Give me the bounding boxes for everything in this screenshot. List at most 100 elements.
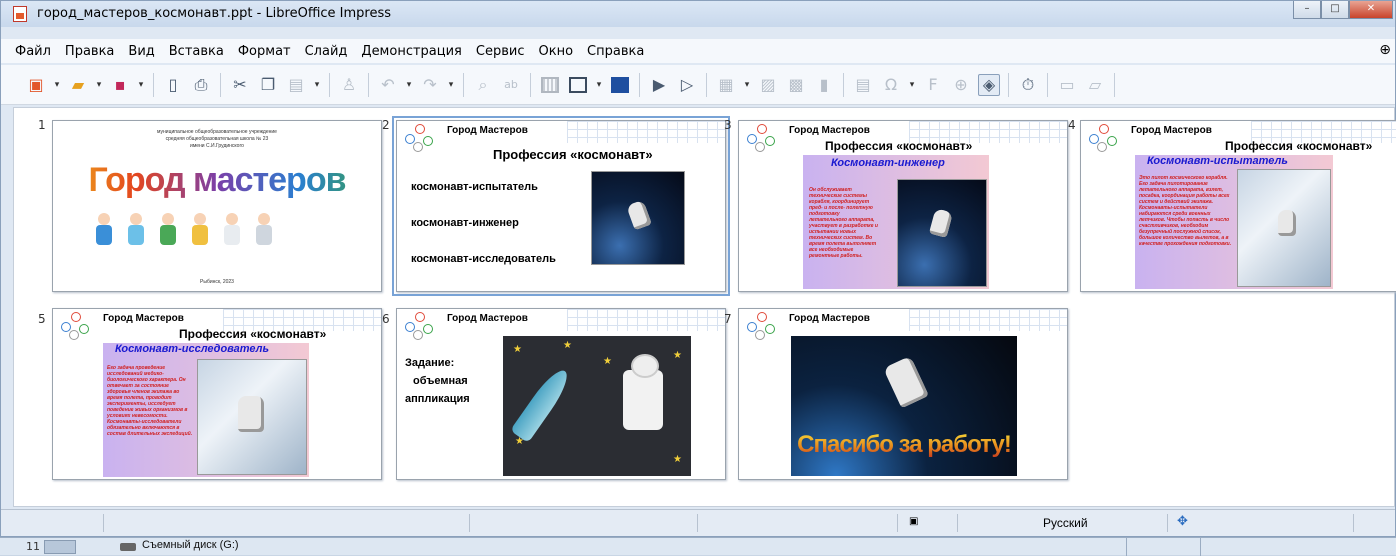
open-dropdown-icon[interactable]: ▾ [95, 74, 103, 96]
slide-thumbnail[interactable]: Город Мастеров Профессия «космонавт» Кос… [52, 308, 382, 480]
menu-slideshow[interactable]: Демонстрация [361, 44, 461, 59]
display-grid-icon[interactable] [539, 74, 561, 96]
cut-icon[interactable]: ✂ [229, 74, 251, 96]
special-char-dropdown-icon[interactable]: ▾ [908, 74, 916, 96]
print-icon[interactable]: ⎙ [190, 74, 212, 96]
menu-insert[interactable]: Вставка [169, 44, 224, 59]
find-replace-icon[interactable]: ⌕ [472, 74, 494, 96]
child-figure [253, 213, 275, 247]
insert-image-icon[interactable]: ▨ [757, 74, 779, 96]
status-divider [1167, 514, 1168, 532]
toolbar-separator [463, 72, 464, 97]
paste-icon[interactable]: ▤ [285, 74, 307, 96]
save-icon[interactable]: ▪ [109, 74, 131, 96]
new-dropdown-icon[interactable]: ▾ [53, 74, 61, 96]
toolbar-separator [530, 72, 531, 97]
menu-tools[interactable]: Сервис [476, 44, 525, 59]
astronaut-photo [197, 359, 307, 475]
astronaut-figure [883, 355, 929, 409]
save-dropdown-icon[interactable]: ▾ [137, 74, 145, 96]
redo-dropdown-icon[interactable]: ▾ [447, 74, 455, 96]
menu-window[interactable]: Окно [538, 44, 573, 59]
start-from-current-icon[interactable]: ▷ [676, 74, 698, 96]
grid-decoration [909, 309, 1067, 331]
menu-slide[interactable]: Слайд [305, 44, 348, 59]
show-draw-functions-icon[interactable]: ◈ [978, 73, 1000, 96]
task-line: объемная [413, 375, 468, 387]
table-dropdown-icon[interactable]: ▾ [743, 74, 751, 96]
clone-formatting-icon[interactable]: ♙ [338, 74, 360, 96]
task-line: Задание: [405, 357, 455, 369]
start-from-first-icon[interactable]: ▶ [648, 74, 670, 96]
astronaut-photo [1237, 169, 1331, 287]
slide-layout-icon[interactable] [567, 74, 589, 96]
slide-subtitle: Космонавт-исследователь [115, 343, 270, 355]
hide-slide-icon[interactable]: ▱ [1084, 74, 1106, 96]
slide-thumbnail[interactable]: Город Мастеров Профессия «космонавт» Кос… [1080, 120, 1396, 292]
star-icon: ★ [513, 344, 522, 355]
children-illustration [93, 213, 275, 247]
menu-view[interactable]: Вид [128, 44, 154, 59]
astronaut-figure [626, 199, 652, 231]
drive-label[interactable]: Съемный диск (G:) [142, 539, 239, 551]
menu-file[interactable]: Файл [15, 44, 51, 59]
status-divider [697, 514, 698, 532]
menu-bar: Файл Правка Вид Вставка Формат Слайд Дем… [1, 39, 1395, 63]
paper-rocket [510, 364, 574, 444]
new-document-icon[interactable]: ▣ [25, 74, 47, 96]
maximize-button[interactable]: □ [1321, 1, 1349, 19]
close-button[interactable]: ✕ [1349, 1, 1393, 19]
fit-slide-icon[interactable]: ✥ [1177, 514, 1188, 529]
slide-number: 6 [382, 312, 390, 326]
hyperlink-icon[interactable]: ⊕ [950, 74, 972, 96]
slide-thumbnail-selected[interactable]: Город Мастеров Профессия «космонавт» кос… [392, 116, 730, 296]
slide-header: Город Мастеров [103, 313, 184, 324]
paste-dropdown-icon[interactable]: ▾ [313, 74, 321, 96]
slide-thumbnail[interactable]: Город Мастеров Профессия «космонавт» Кос… [738, 120, 1068, 292]
open-folder-icon[interactable]: ▰ [67, 74, 89, 96]
rehearse-timings-icon[interactable]: ⏱ [1017, 74, 1039, 96]
impress-app-icon [13, 6, 27, 22]
undo-icon[interactable]: ↶ [377, 74, 399, 96]
copy-icon[interactable]: ❐ [257, 74, 279, 96]
minimize-button[interactable]: – [1293, 1, 1321, 19]
star-icon: ★ [563, 340, 572, 351]
insert-textbox-icon[interactable]: ▤ [852, 74, 874, 96]
menu-help[interactable]: Справка [587, 44, 644, 59]
astronaut-photo [897, 179, 987, 287]
spelling-icon[interactable]: ab [500, 74, 522, 96]
slide-number: 3 [724, 118, 732, 132]
show-slide-icon[interactable]: ▭ [1056, 74, 1078, 96]
toolbar-separator [220, 72, 221, 97]
master-slide-icon[interactable] [609, 74, 631, 96]
menu-format[interactable]: Формат [238, 44, 291, 59]
globe-icon[interactable]: ⊕ [1379, 42, 1391, 58]
slide-number: 7 [724, 312, 732, 326]
view-toggle-icon[interactable] [44, 540, 76, 554]
export-pdf-icon[interactable]: ▯ [162, 74, 184, 96]
slide-title: Профессия «космонавт» [825, 139, 973, 153]
insert-chart-icon[interactable]: ▮ [813, 74, 835, 96]
slide-thumbnail[interactable]: муниципальное общеобразовательное учрежд… [52, 120, 382, 292]
redo-icon[interactable]: ↷ [419, 74, 441, 96]
status-divider [103, 514, 104, 532]
slide-list-item: космонавт-исследователь [411, 253, 556, 265]
star-icon: ★ [603, 356, 612, 367]
fontwork-icon[interactable]: F [922, 74, 944, 96]
status-bar: ▣ Русский ✥ [1, 509, 1395, 536]
insert-table-icon[interactable]: ▦ [715, 74, 737, 96]
document-modified-icon[interactable]: ▣ [909, 516, 918, 527]
menu-edit[interactable]: Правка [65, 44, 114, 59]
language-status[interactable]: Русский [1043, 516, 1088, 530]
toolbar-separator [1047, 72, 1048, 97]
grid-decoration [567, 121, 725, 143]
org-line: имени С.И.Грудинского [190, 143, 244, 149]
undo-dropdown-icon[interactable]: ▾ [405, 74, 413, 96]
layout-dropdown-icon[interactable]: ▾ [595, 74, 603, 96]
slide-thumbnail[interactable]: Город Мастеров Задание: объемная апплика… [396, 308, 726, 480]
slide-header: Город Мастеров [1131, 125, 1212, 136]
child-figure [125, 213, 147, 247]
slide-thumbnail[interactable]: Город Мастеров Спасибо за работу! [738, 308, 1068, 480]
insert-media-icon[interactable]: ▩ [785, 74, 807, 96]
special-character-icon[interactable]: Ω [880, 74, 902, 96]
